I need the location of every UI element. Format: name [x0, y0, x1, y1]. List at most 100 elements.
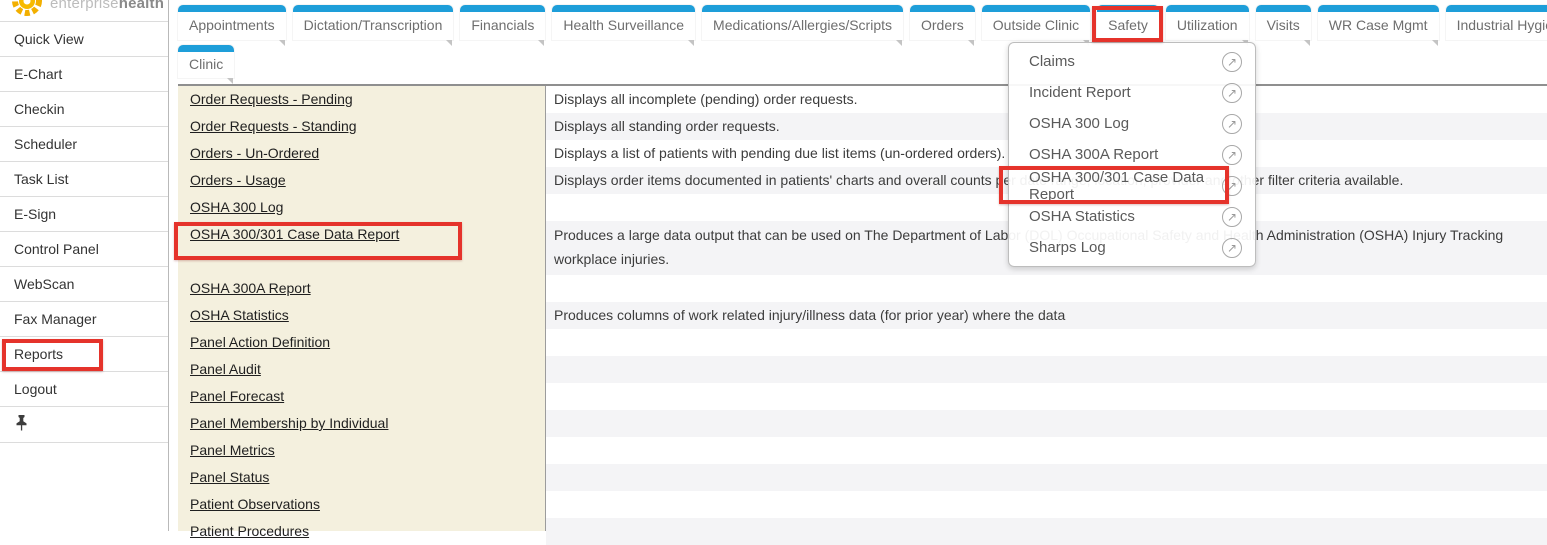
menu-item-label: Sharps Log	[1029, 239, 1106, 256]
tab-label: Industrial Hygiene	[1457, 17, 1547, 33]
report-link-osha-300-301-case-data-report[interactable]: OSHA 300/301 Case Data Report	[190, 226, 399, 242]
tab-utilization[interactable]: Utilization	[1166, 5, 1249, 40]
brand-name: enterprisehealth	[50, 0, 164, 12]
open-in-new-icon[interactable]: ↗	[1222, 114, 1242, 134]
open-in-new-icon[interactable]: ↗	[1222, 52, 1242, 72]
tab-dictation-transcription[interactable]: Dictation/Transcription	[293, 5, 454, 40]
open-in-new-icon[interactable]: ↗	[1222, 83, 1242, 103]
tab-label: Visits	[1267, 17, 1300, 33]
report-link-panel-audit[interactable]: Panel Audit	[190, 361, 261, 377]
logo: enterprisehealth	[0, 0, 168, 22]
report-description	[546, 329, 1547, 356]
tab-fold-icon	[1432, 40, 1438, 46]
sidebar-item-fax-manager[interactable]: Fax Manager	[0, 302, 168, 337]
report-description	[546, 464, 1547, 491]
menu-item-osha-300-301-case-data-report[interactable]: OSHA 300/301 Case Data Report ↗	[1009, 170, 1255, 201]
menu-item-label: Claims	[1029, 53, 1075, 70]
menu-item-osha-300a-report[interactable]: OSHA 300A Report ↗	[1009, 139, 1255, 170]
tab-wr-case-mgmt[interactable]: WR Case Mgmt	[1318, 5, 1439, 40]
report-link-order-requests-standing[interactable]: Order Requests - Standing	[190, 118, 357, 134]
menu-item-osha-300-log[interactable]: OSHA 300 Log ↗	[1009, 108, 1255, 139]
tab-label: Dictation/Transcription	[304, 17, 443, 33]
sidebar-item-e-sign[interactable]: E-Sign	[0, 197, 168, 232]
tab-label: Health Surveillance	[563, 17, 684, 33]
sidebar-item-webscan[interactable]: WebScan	[0, 267, 168, 302]
sub-tab-bar: Clinic	[178, 45, 234, 78]
tab-medications-allergies-scripts[interactable]: Medications/Allergies/Scripts	[702, 5, 903, 40]
report-link-panel-status[interactable]: Panel Status	[190, 469, 269, 485]
sidebar-item-logout[interactable]: Logout	[0, 372, 168, 407]
report-link-patient-observations[interactable]: Patient Observations	[190, 496, 320, 512]
sidebar-item-label: Reports	[14, 346, 63, 362]
tab-visits[interactable]: Visits	[1256, 5, 1311, 40]
menu-item-label: OSHA Statistics	[1029, 208, 1135, 225]
report-link-order-requests-pending[interactable]: Order Requests - Pending	[190, 91, 353, 107]
report-links-panel: Order Requests - Pending Order Requests …	[178, 86, 545, 531]
menu-item-osha-statistics[interactable]: OSHA Statistics ↗	[1009, 201, 1255, 232]
sidebar-item-task-list[interactable]: Task List	[0, 162, 168, 197]
report-link-osha-statistics[interactable]: OSHA Statistics	[190, 307, 289, 323]
menu-item-label: OSHA 300A Report	[1029, 146, 1158, 163]
safety-dropdown-menu: Claims ↗ Incident Report ↗ OSHA 300 Log …	[1008, 42, 1256, 267]
tab-fold-icon	[1304, 40, 1310, 46]
tab-appointments[interactable]: Appointments	[178, 5, 286, 40]
tab-clinic[interactable]: Clinic	[178, 45, 234, 78]
menu-item-label: OSHA 300/301 Case Data Report	[1029, 169, 1222, 203]
open-in-new-icon[interactable]: ↗	[1222, 238, 1242, 258]
report-description	[546, 275, 1547, 302]
open-in-new-icon[interactable]: ↗	[1222, 207, 1242, 227]
tab-health-surveillance[interactable]: Health Surveillance	[552, 5, 695, 40]
report-link-panel-membership-by-individual[interactable]: Panel Membership by Individual	[190, 415, 388, 431]
sidebar-item-checkin[interactable]: Checkin	[0, 92, 168, 127]
tab-orders[interactable]: Orders	[910, 5, 975, 40]
report-link-orders-usage[interactable]: Orders - Usage	[190, 172, 286, 188]
report-description	[546, 491, 1547, 518]
report-description	[546, 410, 1547, 437]
tab-label: Clinic	[189, 56, 223, 72]
module-tab-bar: Appointments Dictation/Transcription Fin…	[178, 5, 1547, 41]
tab-label: Safety	[1108, 17, 1148, 33]
tab-outside-clinic[interactable]: Outside Clinic	[982, 5, 1090, 40]
menu-item-sharps-log[interactable]: Sharps Log ↗	[1009, 232, 1255, 263]
sidebar-item-control-panel[interactable]: Control Panel	[0, 232, 168, 267]
tab-label: Orders	[921, 17, 964, 33]
tab-financials[interactable]: Financials	[460, 5, 545, 40]
tab-label: Utilization	[1177, 17, 1238, 33]
sidebar-pin-row	[0, 407, 168, 443]
open-in-new-icon[interactable]: ↗	[1222, 145, 1242, 165]
tab-label: Outside Clinic	[993, 17, 1079, 33]
sidebar-item-scheduler[interactable]: Scheduler	[0, 127, 168, 162]
tab-fold-icon	[896, 40, 902, 46]
tab-fold-icon	[279, 40, 285, 46]
menu-item-label: OSHA 300 Log	[1029, 115, 1129, 132]
report-description	[546, 518, 1547, 545]
report-link-panel-action-definition[interactable]: Panel Action Definition	[190, 334, 330, 350]
tab-label: Appointments	[189, 17, 275, 33]
report-link-orders-un-ordered[interactable]: Orders - Un-Ordered	[190, 145, 319, 161]
tab-label: WR Case Mgmt	[1329, 17, 1428, 33]
menu-item-incident-report[interactable]: Incident Report ↗	[1009, 77, 1255, 108]
tab-fold-icon	[538, 40, 544, 46]
open-in-new-icon[interactable]: ↗	[1222, 176, 1242, 196]
menu-item-label: Incident Report	[1029, 84, 1131, 101]
tab-industrial-hygiene[interactable]: Industrial Hygiene	[1446, 5, 1547, 40]
pushpin-icon[interactable]	[15, 414, 28, 436]
report-description	[546, 437, 1547, 464]
report-link-patient-procedures[interactable]: Patient Procedures	[190, 523, 309, 539]
menu-item-claims[interactable]: Claims ↗	[1009, 46, 1255, 77]
sidebar-item-e-chart[interactable]: E-Chart	[0, 57, 168, 92]
report-description	[546, 356, 1547, 383]
report-description: Produces columns of work related injury/…	[546, 302, 1547, 329]
report-link-panel-metrics[interactable]: Panel Metrics	[190, 442, 275, 458]
gear-logo-icon	[10, 0, 44, 22]
sidebar: enterprisehealth Quick View E-Chart Chec…	[0, 0, 169, 531]
report-link-osha-300-log[interactable]: OSHA 300 Log	[190, 199, 283, 215]
tab-fold-icon	[968, 40, 974, 46]
sidebar-item-quick-view[interactable]: Quick View	[0, 22, 168, 57]
sidebar-item-reports[interactable]: Reports	[0, 337, 168, 372]
tab-safety[interactable]: Safety	[1097, 5, 1159, 40]
report-description	[546, 383, 1547, 410]
report-link-panel-forecast[interactable]: Panel Forecast	[190, 388, 284, 404]
report-link-osha-300a-report[interactable]: OSHA 300A Report	[190, 280, 311, 296]
tab-label: Medications/Allergies/Scripts	[713, 17, 892, 33]
